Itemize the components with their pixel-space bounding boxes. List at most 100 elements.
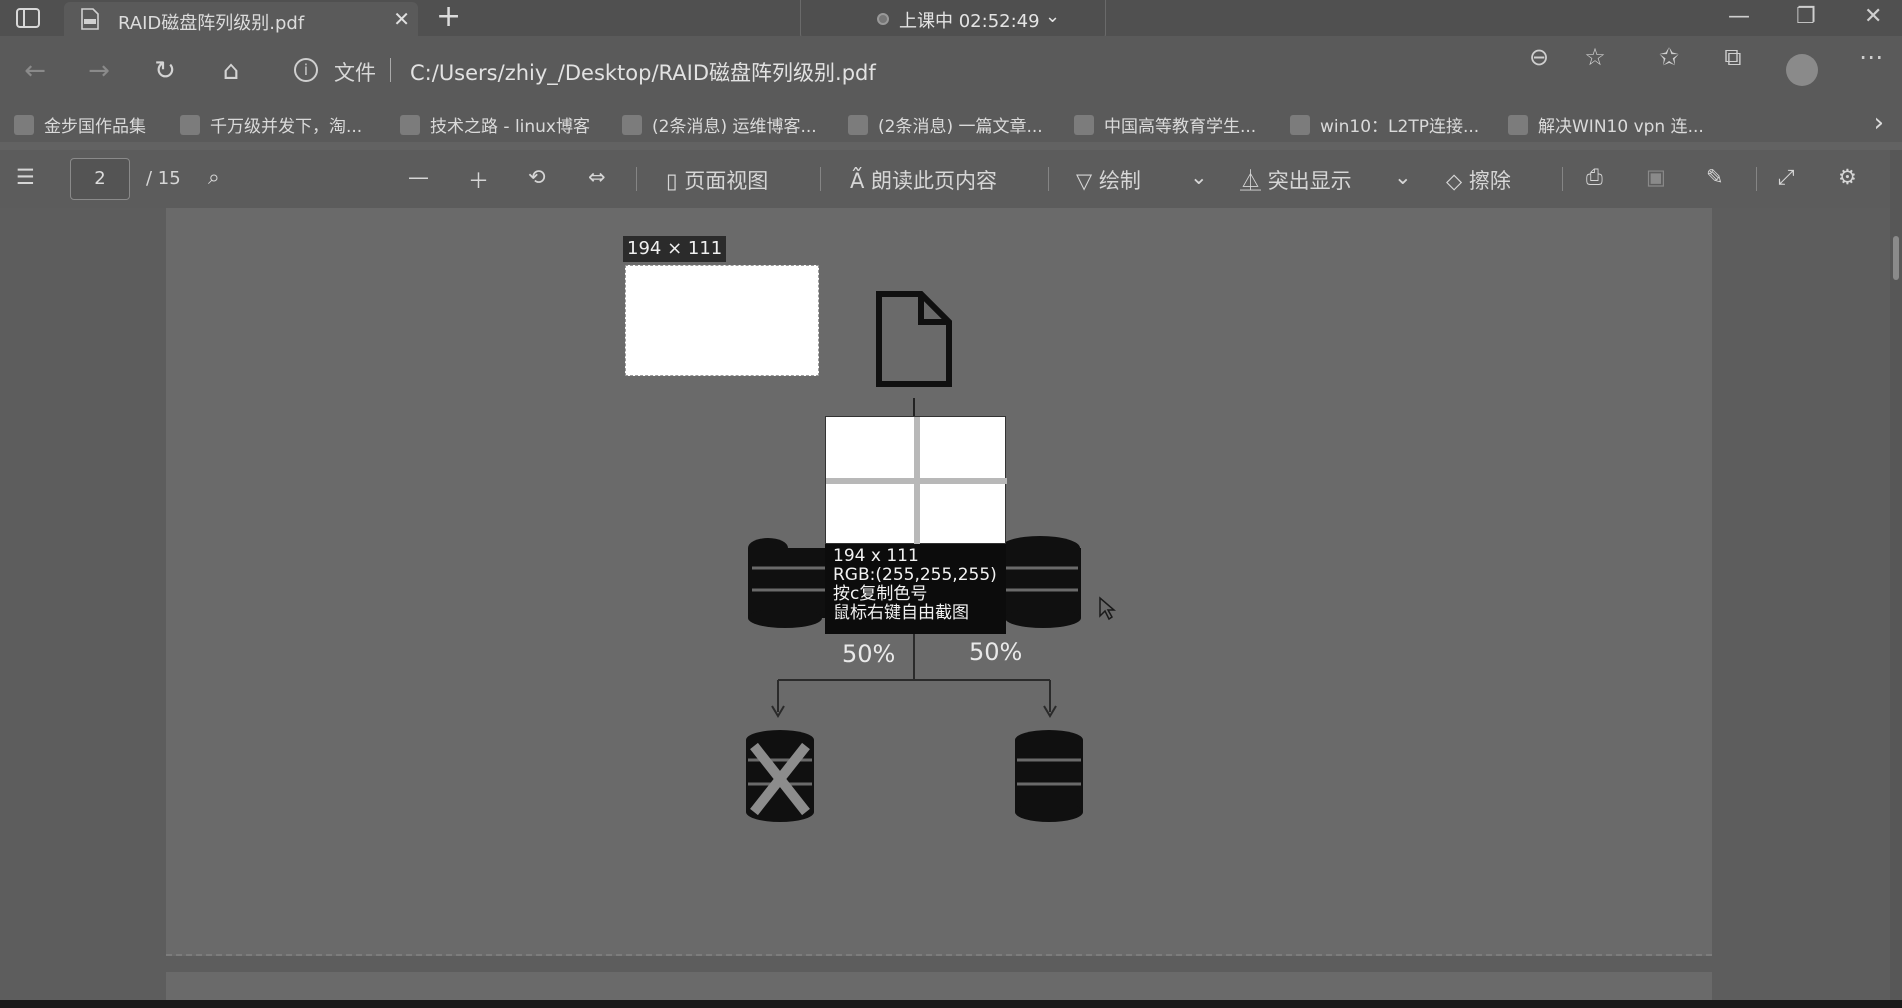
capture-selection-area[interactable]: [625, 265, 819, 376]
toolbar-divider: [636, 167, 637, 191]
erase-label: 擦除: [1468, 169, 1511, 193]
bookmark-item[interactable]: (2条消息) 一篇文章...: [848, 112, 1043, 137]
draw-label: 绘制: [1098, 169, 1141, 193]
toolbar-divider: [1562, 167, 1563, 191]
bookmark-item[interactable]: win10：L2TP连接...: [1290, 112, 1479, 137]
bookmarks-bar: 金步国作品集 千万级并发下，淘... 技术之路 - linux博客 (2条消息)…: [0, 106, 1902, 142]
bookmark-favicon-icon: [1074, 115, 1094, 135]
search-icon[interactable]: ⌕: [208, 165, 220, 190]
erase-button[interactable]: ◇ 擦除: [1446, 165, 1511, 195]
collections-icon[interactable]: ⧉: [1718, 42, 1748, 72]
bookmark-label: (2条消息) 运维博客...: [652, 117, 817, 137]
recording-indicator[interactable]: 上课中 02:52:49 ⌄: [800, 0, 1106, 40]
avatar[interactable]: [1786, 54, 1818, 86]
new-tab-button[interactable]: +: [436, 2, 461, 32]
right-percent-label: 50%: [969, 638, 1023, 666]
page-view-button[interactable]: ▯ 页面视图: [666, 165, 768, 195]
restore-button[interactable]: ❐: [1796, 4, 1816, 29]
bookmark-favicon-icon: [180, 115, 200, 135]
chevron-down-icon[interactable]: ⌄: [1190, 165, 1208, 189]
tab-close-button[interactable]: ✕: [393, 7, 410, 31]
tab-title: RAID磁盘阵列级别.pdf: [118, 13, 305, 34]
info-copy-hint: 按c复制色号: [833, 584, 928, 604]
chevron-down-icon[interactable]: ⌄: [1394, 165, 1412, 189]
toolbar-divider: [1756, 167, 1757, 191]
read-aloud-label: 朗读此页内容: [871, 169, 998, 193]
tab-bar: RAID磁盘阵列级别.pdf ✕ + 上课中 02:52:49 ⌄ — ❐ ✕: [0, 0, 1902, 40]
chevron-down-icon[interactable]: ⌄: [1045, 6, 1060, 27]
settings-gear-icon[interactable]: ⚙: [1838, 165, 1857, 189]
highlight-button[interactable]: ⏅ 突出显示: [1240, 165, 1352, 195]
info-rgb: RGB:(255,255,255): [833, 565, 997, 585]
vertical-scrollbar[interactable]: [1890, 150, 1902, 1000]
draw-button[interactable]: ▽ 绘制: [1076, 165, 1141, 195]
rotate-icon[interactable]: ⟲: [528, 165, 546, 189]
read-aloud-button[interactable]: A᷉ 朗读此页内容: [850, 165, 997, 195]
selection-size-badge: 194 × 111: [623, 236, 727, 262]
toolbar-divider: [820, 167, 821, 191]
mouse-cursor-icon: [1099, 596, 1116, 621]
zoom-in-button[interactable]: ＋: [468, 165, 489, 195]
fit-width-icon[interactable]: ⇔: [588, 165, 606, 189]
zoom-out-icon[interactable]: ⊖: [1524, 42, 1554, 72]
favorites-icon[interactable]: ✩: [1654, 42, 1684, 72]
browser-window: RAID磁盘阵列级别.pdf ✕ + 上课中 02:52:49 ⌄ — ❐ ✕ …: [0, 0, 1902, 1008]
forward-arrow-icon[interactable]: →: [82, 54, 116, 88]
bookmark-item[interactable]: 解决WIN10 vpn 连...: [1508, 112, 1704, 137]
crosshair-horizontal: [826, 478, 1007, 484]
tab-active[interactable]: RAID磁盘阵列级别.pdf ✕: [64, 2, 418, 36]
refresh-icon[interactable]: ↻: [148, 54, 182, 88]
bookmark-label: 中国高等教育学生...: [1104, 117, 1257, 137]
zoom-out-button[interactable]: —: [408, 165, 429, 189]
bookmark-item[interactable]: 技术之路 - linux博客: [400, 112, 590, 137]
bookmark-favicon-icon: [400, 115, 420, 135]
chevron-right-icon[interactable]: ›: [1874, 108, 1884, 138]
highlight-label: 突出显示: [1267, 169, 1352, 193]
page-view-label: 页面视图: [684, 169, 769, 193]
capture-info-panel: 194 x 111 RGB:(255,255,255) 按c复制色号 鼠标右键自…: [825, 544, 1006, 634]
fullscreen-icon[interactable]: ⤢: [1778, 165, 1795, 190]
save-icon[interactable]: ▣: [1646, 165, 1666, 189]
taskbar-edge: [0, 1000, 1902, 1008]
minimize-button[interactable]: —: [1728, 4, 1750, 29]
save-as-icon[interactable]: ✎: [1706, 165, 1724, 189]
site-label: 文件: [334, 61, 376, 85]
bookmark-label: 千万级并发下，淘...: [210, 117, 363, 137]
bookmark-favicon-icon: [622, 115, 642, 135]
record-dot-icon: [877, 13, 889, 25]
page-total: / 15: [146, 168, 181, 189]
address-divider: [390, 58, 391, 82]
address-bar[interactable]: i 文件 C:/Users/zhiy_/Desktop/RAID磁盘阵列级别.p…: [280, 46, 1630, 94]
page-number-input[interactable]: 2: [70, 158, 130, 200]
print-icon[interactable]: ⎙: [1586, 165, 1603, 190]
pdf-file-icon: [80, 8, 100, 30]
bookmark-item[interactable]: 金步国作品集: [14, 112, 146, 137]
pdf-toolbar: ☰ 2 / 15 ⌕ — ＋ ⟲ ⇔ ▯ 页面视图 A᷉ 朗读此页内容 ▽ 绘制…: [0, 150, 1902, 208]
magnifier-preview: [825, 416, 1007, 545]
home-icon[interactable]: ⌂: [214, 54, 248, 88]
scrollbar-thumb[interactable]: [1893, 236, 1899, 280]
bookmark-item[interactable]: 千万级并发下，淘...: [180, 112, 362, 137]
back-arrow-icon[interactable]: ←: [18, 54, 52, 88]
info-capture-hint: 鼠标右键自由截图: [833, 603, 969, 623]
more-menu-icon[interactable]: ⋯: [1856, 42, 1886, 72]
left-percent-label: 50%: [842, 640, 896, 668]
add-favorite-icon[interactable]: ☆: [1580, 42, 1610, 72]
bookmark-favicon-icon: [848, 115, 868, 135]
recording-timer: 上课中 02:52:49: [899, 11, 1040, 32]
bookmark-favicon-icon: [14, 115, 34, 135]
sidebar-toggle-icon[interactable]: [14, 6, 42, 30]
bookmark-label: 技术之路 - linux博客: [430, 117, 590, 137]
navigation-bar: ← → ↻ ⌂ i 文件 C:/Users/zhiy_/Desktop/RAID…: [0, 36, 1902, 106]
bookmark-label: win10：L2TP连接...: [1320, 117, 1480, 137]
bookmark-label: (2条消息) 一篇文章...: [878, 117, 1043, 137]
info-icon[interactable]: i: [294, 58, 318, 82]
table-of-contents-icon[interactable]: ☰: [16, 165, 35, 189]
bookmark-item[interactable]: (2条消息) 运维博客...: [622, 112, 817, 137]
info-size: 194 x 111: [833, 546, 919, 566]
bookmark-label: 金步国作品集: [44, 117, 146, 137]
bookmark-favicon-icon: [1290, 115, 1310, 135]
bookmark-item[interactable]: 中国高等教育学生...: [1074, 112, 1256, 137]
url-text[interactable]: C:/Users/zhiy_/Desktop/RAID磁盘阵列级别.pdf: [410, 57, 876, 87]
window-close-button[interactable]: ✕: [1864, 4, 1882, 29]
